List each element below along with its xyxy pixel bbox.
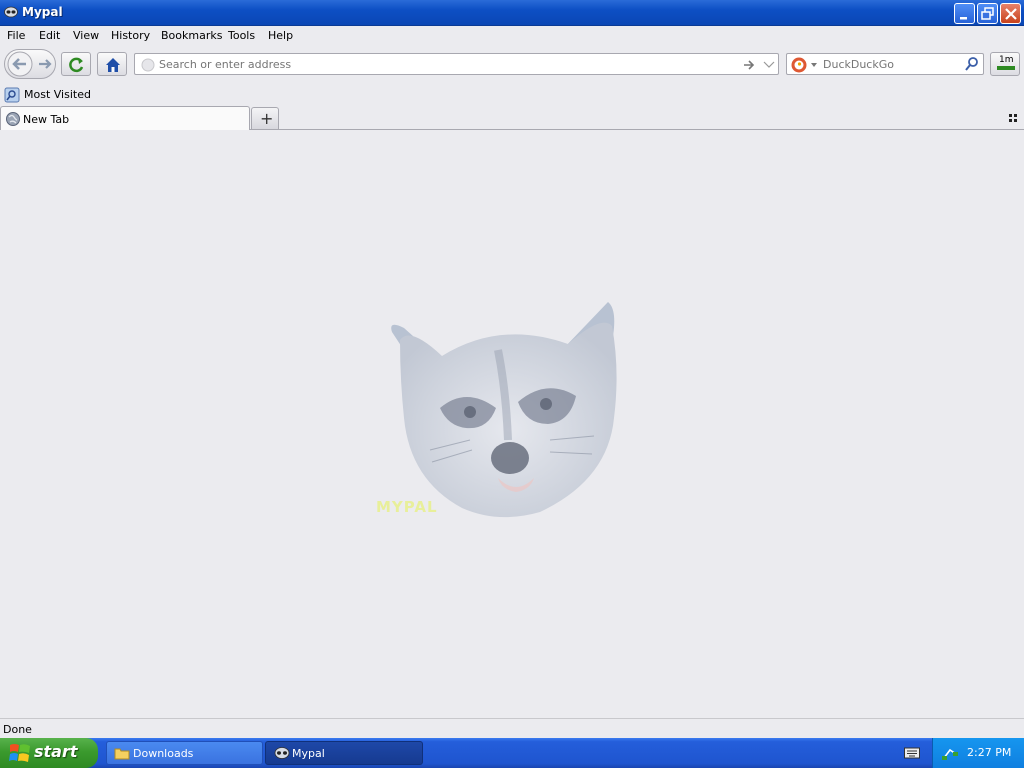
tab-bar: New Tab + — [0, 105, 1024, 130]
menu-view[interactable]: View — [73, 29, 99, 42]
raccoon-mascot-image — [391, 302, 617, 518]
page-identity-icon — [141, 58, 155, 72]
bookmark-folder-icon — [4, 87, 20, 103]
reload-icon — [69, 57, 84, 73]
task-label: Downloads — [133, 747, 194, 760]
network-icon[interactable] — [941, 744, 959, 762]
task-label: Mypal — [292, 747, 325, 760]
system-tray: 2:27 PM — [932, 738, 1024, 768]
minimize-button[interactable] — [954, 3, 975, 24]
menu-tools[interactable]: Tools — [228, 29, 255, 42]
globe-icon — [6, 112, 20, 126]
mypal-icon — [4, 6, 18, 18]
menu-bar: File Edit View History Bookmarks Tools H… — [0, 26, 1024, 46]
menu-file[interactable]: File — [7, 29, 25, 42]
close-icon — [1005, 8, 1017, 20]
menu-history[interactable]: History — [111, 29, 150, 42]
new-tab-page: MYPAL — [0, 130, 1024, 718]
taskbar-mypal[interactable]: Mypal — [265, 741, 423, 765]
start-button[interactable]: start — [0, 738, 98, 768]
search-icon[interactable] — [964, 56, 980, 72]
go-arrow-icon[interactable] — [742, 58, 756, 72]
menu-edit[interactable]: Edit — [39, 29, 60, 42]
url-bar[interactable] — [134, 53, 779, 75]
forward-button[interactable] — [35, 52, 55, 77]
back-forward-group — [4, 49, 56, 79]
extension-icon — [997, 66, 1015, 70]
home-icon — [106, 58, 120, 72]
clock[interactable]: 2:27 PM — [967, 746, 1011, 759]
title-bar[interactable]: Mypal — [0, 0, 1024, 26]
tab-new-tab[interactable]: New Tab — [0, 106, 250, 130]
extension-button[interactable]: 1m — [990, 52, 1020, 76]
mypal-icon — [274, 747, 290, 759]
back-button[interactable] — [7, 52, 33, 77]
home-button[interactable] — [97, 52, 127, 76]
close-button[interactable] — [1000, 3, 1021, 24]
restore-icon — [981, 7, 994, 20]
keyboard-icon[interactable] — [904, 747, 920, 759]
menu-help[interactable]: Help — [268, 29, 293, 42]
tab-label: New Tab — [23, 113, 70, 126]
tab-list-icon[interactable] — [1006, 111, 1020, 125]
folder-icon — [114, 748, 130, 760]
reload-button[interactable] — [61, 52, 91, 76]
new-tab-button[interactable]: + — [251, 107, 279, 129]
status-text: Done — [3, 723, 32, 736]
taskbar-downloads[interactable]: Downloads — [106, 741, 263, 765]
url-input[interactable] — [159, 57, 719, 72]
window-title: Mypal — [22, 5, 63, 19]
windows-logo-icon — [9, 744, 30, 762]
start-label: start — [34, 742, 78, 761]
minimize-icon — [960, 17, 967, 20]
search-input[interactable] — [823, 57, 958, 72]
plus-icon: + — [260, 109, 274, 128]
status-bar: Done — [0, 718, 1024, 738]
taskbar: start Downloads Mypal 2:27 PM — [0, 738, 1024, 768]
navigation-toolbar: 1m — [0, 46, 1024, 84]
bookmark-label: Most Visited — [24, 88, 91, 101]
menu-bookmarks[interactable]: Bookmarks — [161, 29, 222, 42]
bookmarks-toolbar: Most Visited — [0, 84, 1024, 105]
url-dropdown-icon[interactable] — [763, 59, 775, 71]
brand-watermark: MYPAL — [376, 498, 438, 516]
restore-button[interactable] — [977, 3, 998, 24]
duckduckgo-engine-icon[interactable] — [790, 56, 818, 74]
search-bar[interactable] — [786, 53, 984, 75]
